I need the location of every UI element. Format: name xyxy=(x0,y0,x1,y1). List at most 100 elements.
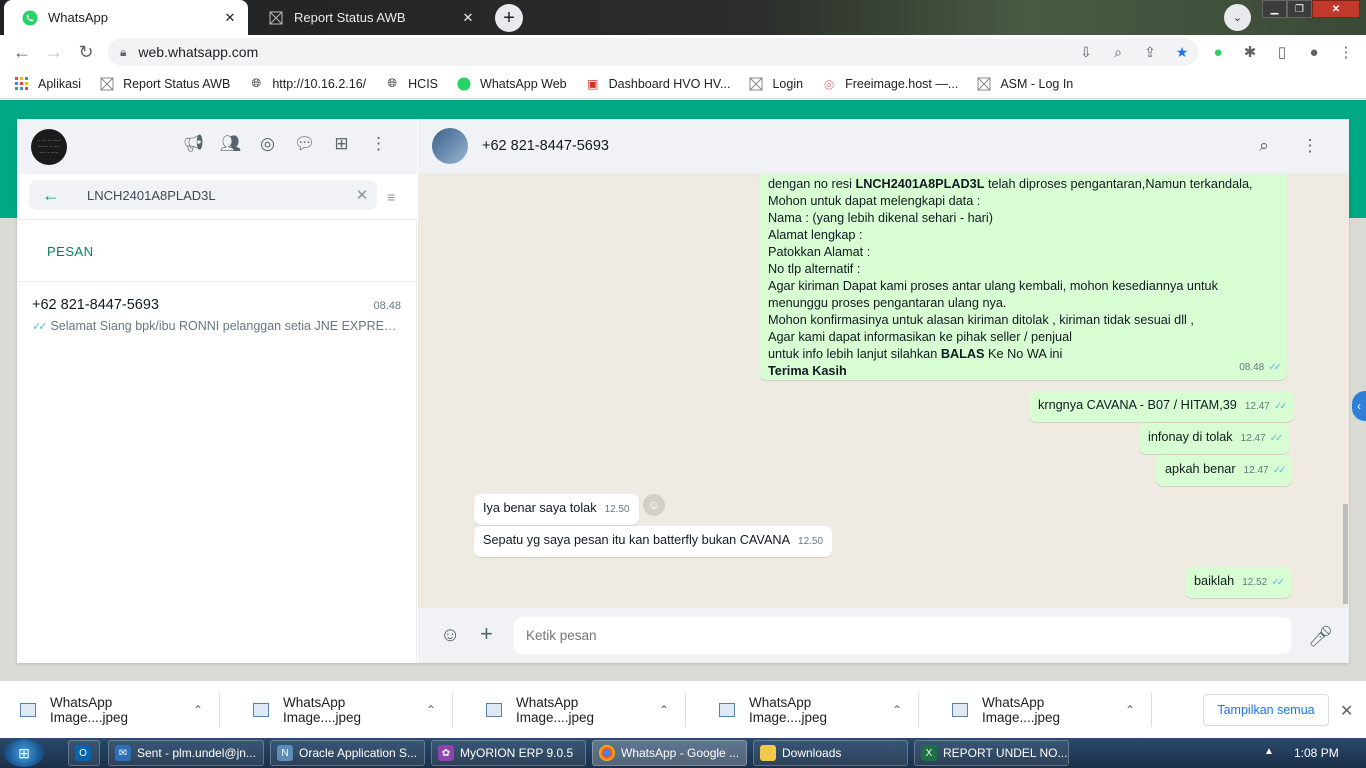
download-item[interactable]: WhatsApp Image....jpeg ⌃ xyxy=(466,693,686,727)
show-all-downloads-button[interactable]: Tampilkan semua xyxy=(1203,694,1329,726)
install-app-icon[interactable]: ⇩ xyxy=(1070,44,1102,61)
bookmark-freeimage[interactable]: ◎ Freeimage.host —... xyxy=(821,76,959,92)
chevron-up-icon[interactable]: ⌃ xyxy=(1125,703,1135,717)
clear-search-icon[interactable]: ✕ xyxy=(347,186,377,204)
start-button[interactable]: ⊞ xyxy=(4,739,44,767)
window-close-button[interactable]: ✕ xyxy=(1312,0,1360,18)
message-bubble-outgoing[interactable]: apkah benar 12.47 ✓✓ xyxy=(1156,455,1293,486)
sidebar: ·· ··· ·· ····· ······ ·· ··· ··· ·· ·····… xyxy=(17,119,417,663)
message-bubble-outgoing[interactable]: infonay di tolak 12.47 ✓✓ xyxy=(1139,423,1290,454)
close-icon[interactable]: ✕ xyxy=(1340,701,1353,721)
tab-whatsapp[interactable]: WhatsApp ✕ xyxy=(4,0,248,35)
close-icon[interactable]: ✕ xyxy=(460,10,476,26)
taskbar-item-outlook[interactable]: ✉ Sent - plm.undel@jn... xyxy=(108,740,264,766)
message-bubble-incoming[interactable]: Sepatu yg saya pesan itu kan batterfly b… xyxy=(474,526,833,557)
download-item[interactable]: WhatsApp Image....jpeg ⌃ xyxy=(0,693,220,727)
message-line: untuk info lebih lanjut silahkan BALAS K… xyxy=(768,346,1278,363)
menu-dots-icon[interactable]: ⋮ xyxy=(1287,136,1333,156)
bookmark-report-status-awb[interactable]: Report Status AWB xyxy=(99,76,230,92)
download-item[interactable]: WhatsApp Image....jpeg ⌃ xyxy=(699,693,919,727)
result-time: 08.48 xyxy=(373,300,401,312)
url-text[interactable]: web.whatsapp.com xyxy=(138,44,258,60)
minimize-button[interactable]: ▁ xyxy=(1262,0,1287,18)
profile-avatar[interactable]: ·· ··· ·· ····· ······ ·· ··· ··· ·· ····· xyxy=(31,129,67,165)
message-bubble-outgoing[interactable]: dengan no resi LNCH2401A8PLAD3L telah di… xyxy=(759,174,1287,380)
message-text: Sepatu yg saya pesan itu kan batterfly b… xyxy=(483,533,791,547)
freeimage-icon: ◎ xyxy=(823,76,835,91)
bookmark-whatsapp-web[interactable]: WhatsApp Web xyxy=(456,76,567,92)
message-time: 12.50 xyxy=(798,536,824,547)
taskbar-outlook-pin[interactable]: O xyxy=(68,740,100,766)
search-icon[interactable]: ⌕ xyxy=(1241,136,1287,156)
system-clock[interactable]: 1:08 PM xyxy=(1294,746,1339,760)
communities-icon[interactable]: 👥︎ xyxy=(212,134,249,154)
back-arrow-icon[interactable]: ← xyxy=(10,40,34,64)
new-tab-button[interactable]: + xyxy=(495,4,523,32)
emoji-reaction-icon[interactable]: ☺ xyxy=(643,494,665,516)
profile-avatar-icon[interactable]: ● xyxy=(1298,44,1330,61)
conversation-header[interactable]: +62 821-8447-5693 ⌕ ⋮ xyxy=(418,119,1349,174)
zoom-icon[interactable]: ⌕ xyxy=(1102,44,1134,61)
new-chat-icon[interactable]: 💬︎ xyxy=(286,134,323,154)
message-bubble-incoming[interactable]: Iya benar saya tolak 12.50 xyxy=(474,494,639,525)
emoji-icon[interactable]: ☺ xyxy=(440,624,460,647)
status-icon[interactable]: ◎ xyxy=(249,134,286,154)
text: dengan no resi xyxy=(768,177,856,191)
reload-icon[interactable]: ↻ xyxy=(74,40,98,64)
message-list[interactable]: dengan no resi LNCH2401A8PLAD3L telah di… xyxy=(418,174,1349,608)
double-check-icon: ✓✓ xyxy=(1269,433,1284,444)
image-file-icon xyxy=(486,703,502,717)
menu-dots-icon[interactable]: ⋮ xyxy=(360,134,397,154)
message-input[interactable] xyxy=(514,617,1291,654)
bookmark-login[interactable]: Login xyxy=(748,76,803,92)
search-result-item[interactable]: +62 821-8447-5693 08.48 ✓✓ Selamat Siang … xyxy=(17,282,417,344)
scrollbar-thumb[interactable] xyxy=(1343,504,1348,604)
text-bold: BALAS xyxy=(940,347,985,361)
channels-megaphone-icon[interactable]: 📢︎ xyxy=(175,134,212,154)
address-bar[interactable]: 🔒︎ web.whatsapp.com ⇩ ⌕ ⇪ ★ xyxy=(108,38,1198,66)
chevron-up-icon[interactable]: ⌃ xyxy=(659,703,669,717)
chevron-up-icon[interactable]: ⌃ xyxy=(426,703,436,717)
filter-icon[interactable]: ≡ xyxy=(387,189,395,205)
bookmark-asm-login[interactable]: ASM - Log In xyxy=(976,76,1073,92)
taskbar-item-chrome[interactable]: WhatsApp - Google ... xyxy=(592,740,747,766)
sidebar-header: ·· ··· ·· ····· ······ ·· ··· ··· ·· ·····… xyxy=(17,119,417,174)
bookmark-dashboard-hvo[interactable]: ▣ Dashboard HVO HV... xyxy=(585,76,731,92)
browser-menu-icon[interactable]: ⋮ xyxy=(1330,43,1362,61)
contact-avatar[interactable] xyxy=(432,128,468,164)
back-arrow-icon[interactable]: ← xyxy=(29,185,73,206)
bookmark-label: Report Status AWB xyxy=(123,76,231,91)
share-icon[interactable]: ⇪ xyxy=(1134,44,1166,61)
tray-chevron-up-icon[interactable]: ▲ xyxy=(1264,746,1274,757)
search-input[interactable] xyxy=(73,187,347,203)
taskbar-item-excel[interactable]: X REPORT UNDEL NO... xyxy=(914,740,1069,766)
message-bubble-outgoing[interactable]: baiklah 12.52 ✓✓ xyxy=(1185,567,1292,598)
tab-search-chevron-icon[interactable]: ⌄ xyxy=(1224,4,1251,31)
contact-name[interactable]: +62 821-8447-5693 xyxy=(482,138,609,154)
taskbar-item-myorion[interactable]: ✿ MyORION ERP 9.0.5 xyxy=(431,740,586,766)
message-bubble-outgoing[interactable]: krngnya CAVANA - B07 / HITAM,39 12.47 ✓✓ xyxy=(1029,391,1294,422)
chrome-icon xyxy=(599,745,615,761)
forward-arrow-icon[interactable]: → xyxy=(42,40,66,64)
taskbar-item-oracle[interactable]: N Oracle Application S... xyxy=(270,740,425,766)
chevron-up-icon[interactable]: ⌃ xyxy=(892,703,902,717)
microphone-icon[interactable]: 🎤︎ xyxy=(1308,624,1333,649)
download-item[interactable]: WhatsApp Image....jpeg ⌃ xyxy=(233,693,453,727)
bookmark-ip[interactable]: 🌐︎ http://10.16.2.16/ xyxy=(248,76,367,92)
side-panel-icon[interactable]: ▯ xyxy=(1266,43,1298,61)
maximize-button[interactable]: ❐ xyxy=(1287,0,1312,18)
tab-report-status-awb[interactable]: Report Status AWB ✕ xyxy=(250,0,486,35)
bookmark-hcis[interactable]: 🌐︎ HCIS xyxy=(384,76,438,92)
download-item[interactable]: WhatsApp Image....jpeg ⌃ xyxy=(932,693,1152,727)
bookmark-star-icon[interactable]: ★ xyxy=(1166,44,1198,61)
bookmark-aplikasi[interactable]: Aplikasi xyxy=(14,76,81,92)
lock-icon[interactable]: 🔒︎ xyxy=(120,45,126,60)
taskbar-item-downloads[interactable]: Downloads xyxy=(753,740,908,766)
add-icon[interactable]: ⊞ xyxy=(323,134,360,154)
attach-plus-icon[interactable]: + xyxy=(480,621,493,647)
extensions-puzzle-icon[interactable]: ✱ xyxy=(1234,43,1266,61)
message-time: 12.47 xyxy=(1244,401,1270,412)
whatsapp-extension-icon[interactable]: ● xyxy=(1202,44,1234,61)
chevron-up-icon[interactable]: ⌃ xyxy=(193,703,203,717)
close-icon[interactable]: ✕ xyxy=(222,10,238,26)
